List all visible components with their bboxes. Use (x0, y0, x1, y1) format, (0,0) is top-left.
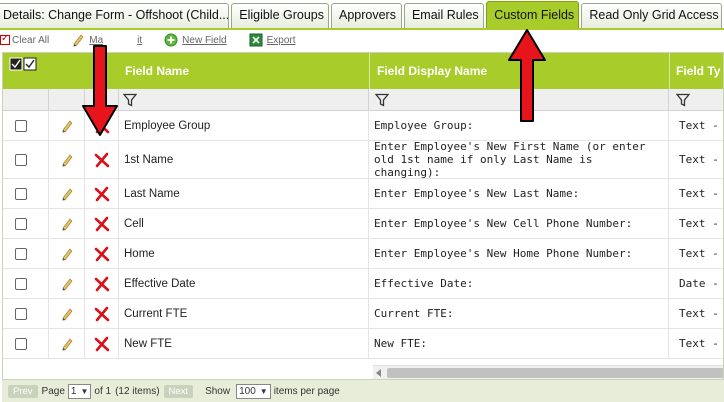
tab-details[interactable]: Details: Change Form - Offshoot (Child..… (0, 3, 230, 28)
filter-icon[interactable] (123, 93, 137, 107)
edit-pencil-icon[interactable] (60, 217, 74, 231)
table-row[interactable]: Effective DateEffective Date: Date - S (3, 269, 723, 299)
prev-page-button[interactable]: Prev (8, 384, 38, 398)
tab-bar: Details: Change Form - Offshoot (Child..… (0, 0, 724, 30)
field-name-cell: Current FTE (119, 299, 369, 328)
field-display-name-cell: Enter Employee's New First Name (or ente… (369, 141, 669, 178)
field-display-name-cell: Enter Employee's New Last Name: (369, 179, 669, 208)
tab-custom-fields[interactable]: Custom Fields (486, 1, 580, 28)
edit-pencil-icon[interactable] (60, 119, 74, 133)
field-type-cell: Text - Sl (679, 217, 723, 230)
scrollbar-thumb[interactable] (387, 368, 723, 378)
new-field-label: New Field (182, 34, 227, 46)
field-name-cell: Last Name (119, 179, 369, 208)
select-all-toggle[interactable] (9, 53, 37, 89)
annotation-arrow-up-icon (508, 29, 546, 122)
row-checkbox[interactable] (15, 337, 27, 350)
table-row[interactable]: New FTENew FTE: Text - Sl (3, 329, 723, 359)
item-count: (12 items) (115, 385, 160, 397)
column-header-field-name[interactable]: Field Name (119, 53, 189, 89)
page-label: Page (41, 385, 65, 397)
page-size-select[interactable]: 100 ▼ (236, 383, 271, 399)
table-row[interactable]: 1st Name Enter Employee's New First Name … (3, 141, 723, 179)
delete-x-icon[interactable] (94, 216, 110, 232)
new-field-button[interactable]: New Field (164, 33, 227, 47)
field-type-cell: Date - S (679, 277, 723, 290)
tab-email-rules[interactable]: Email Rules (403, 3, 485, 28)
next-page-button[interactable]: Next (163, 384, 194, 398)
field-type-cell: Text - Sl (679, 247, 723, 260)
edit-pencil-icon[interactable] (60, 307, 74, 321)
tab-eligible-groups[interactable]: Eligible Groups (231, 3, 329, 28)
add-icon (164, 33, 178, 47)
chevron-down-icon: ▼ (259, 386, 268, 396)
select-toggle-icon (9, 57, 37, 71)
row-checkbox[interactable] (15, 247, 27, 260)
field-display-name-cell: Enter Employee's New Home Phone Number: (369, 239, 669, 268)
field-display-name-cell: New FTE: (369, 329, 669, 358)
row-checkbox[interactable] (15, 217, 27, 230)
field-type-cell: Text - Sl (679, 153, 723, 166)
table-row[interactable]: Last Name Enter Employee's New Last Name:… (3, 179, 723, 209)
field-name-cell: 1st Name (119, 141, 369, 178)
export-label: Export (266, 34, 296, 46)
row-checkbox[interactable] (15, 187, 27, 200)
edit-pencil-icon[interactable] (60, 247, 74, 261)
clear-all-button[interactable]: Clear All (0, 33, 50, 46)
row-checkbox[interactable] (15, 277, 27, 290)
field-name-cell: Home (119, 239, 369, 268)
tab-read-only-grid-access[interactable]: Read Only Grid Access (581, 3, 722, 28)
delete-x-icon[interactable] (94, 336, 110, 352)
delete-x-icon[interactable] (94, 246, 110, 262)
chevron-down-icon: ▼ (80, 386, 89, 396)
delete-x-icon[interactable] (94, 186, 110, 202)
delete-x-icon[interactable] (94, 276, 110, 292)
edit-pencil-icon[interactable] (60, 277, 74, 291)
page-select[interactable]: 1 ▼ (67, 383, 92, 399)
checkbox-icon (0, 33, 10, 45)
tab-approvers[interactable]: Approvers (331, 3, 402, 28)
delete-x-icon[interactable] (94, 152, 110, 168)
horizontal-scrollbar[interactable] (373, 365, 723, 379)
export-button[interactable]: Export (249, 33, 296, 47)
field-type-cell: Text - Sl (679, 307, 723, 320)
pager: Prev Page 1 ▼ of 1 (12 items) Next Show 1… (2, 380, 724, 402)
field-type-cell: Text - Sl (679, 119, 723, 132)
field-name-cell: New FTE (119, 329, 369, 358)
field-type-cell: Text - Sl (679, 187, 723, 200)
page-count: of 1 (94, 385, 112, 397)
filter-icon[interactable] (676, 93, 690, 107)
table-row[interactable]: Home Enter Employee's New Home Phone Numb… (3, 239, 723, 269)
row-checkbox[interactable] (15, 153, 27, 166)
field-display-name-cell: Enter Employee's New Cell Phone Number: (369, 209, 669, 238)
field-name-cell: Effective Date (119, 269, 369, 298)
field-type-cell: Text - Sl (679, 337, 723, 350)
delete-x-icon[interactable] (94, 306, 110, 322)
scroll-left-icon[interactable] (376, 369, 381, 377)
column-header-field-display-name[interactable]: Field Display Name (371, 53, 487, 89)
annotation-arrow-down-icon (82, 45, 118, 136)
row-checkbox[interactable] (15, 119, 27, 132)
field-display-name-cell: Current FTE: (369, 299, 669, 328)
table-row[interactable]: Cell Enter Employee's New Cell Phone Numb… (3, 209, 723, 239)
column-header-field-type[interactable]: Field Ty (670, 53, 720, 89)
row-checkbox[interactable] (15, 307, 27, 320)
table-row[interactable]: Current FTECurrent FTE: Text - Sl (3, 299, 723, 329)
field-name-cell: Employee Group (119, 111, 369, 140)
edit-pencil-icon[interactable] (60, 153, 74, 167)
field-display-name-cell: Effective Date: (369, 269, 669, 298)
excel-icon (249, 33, 263, 47)
edit-pencil-icon[interactable] (60, 187, 74, 201)
clear-all-label: Clear All (12, 34, 50, 46)
show-label: Show (205, 385, 231, 397)
edit-pencil-icon[interactable] (60, 337, 74, 351)
per-page-label: items per page (273, 385, 340, 397)
field-name-cell: Cell (119, 209, 369, 238)
mass-edit-label-tail: it (137, 34, 143, 46)
filter-icon[interactable] (375, 93, 389, 107)
